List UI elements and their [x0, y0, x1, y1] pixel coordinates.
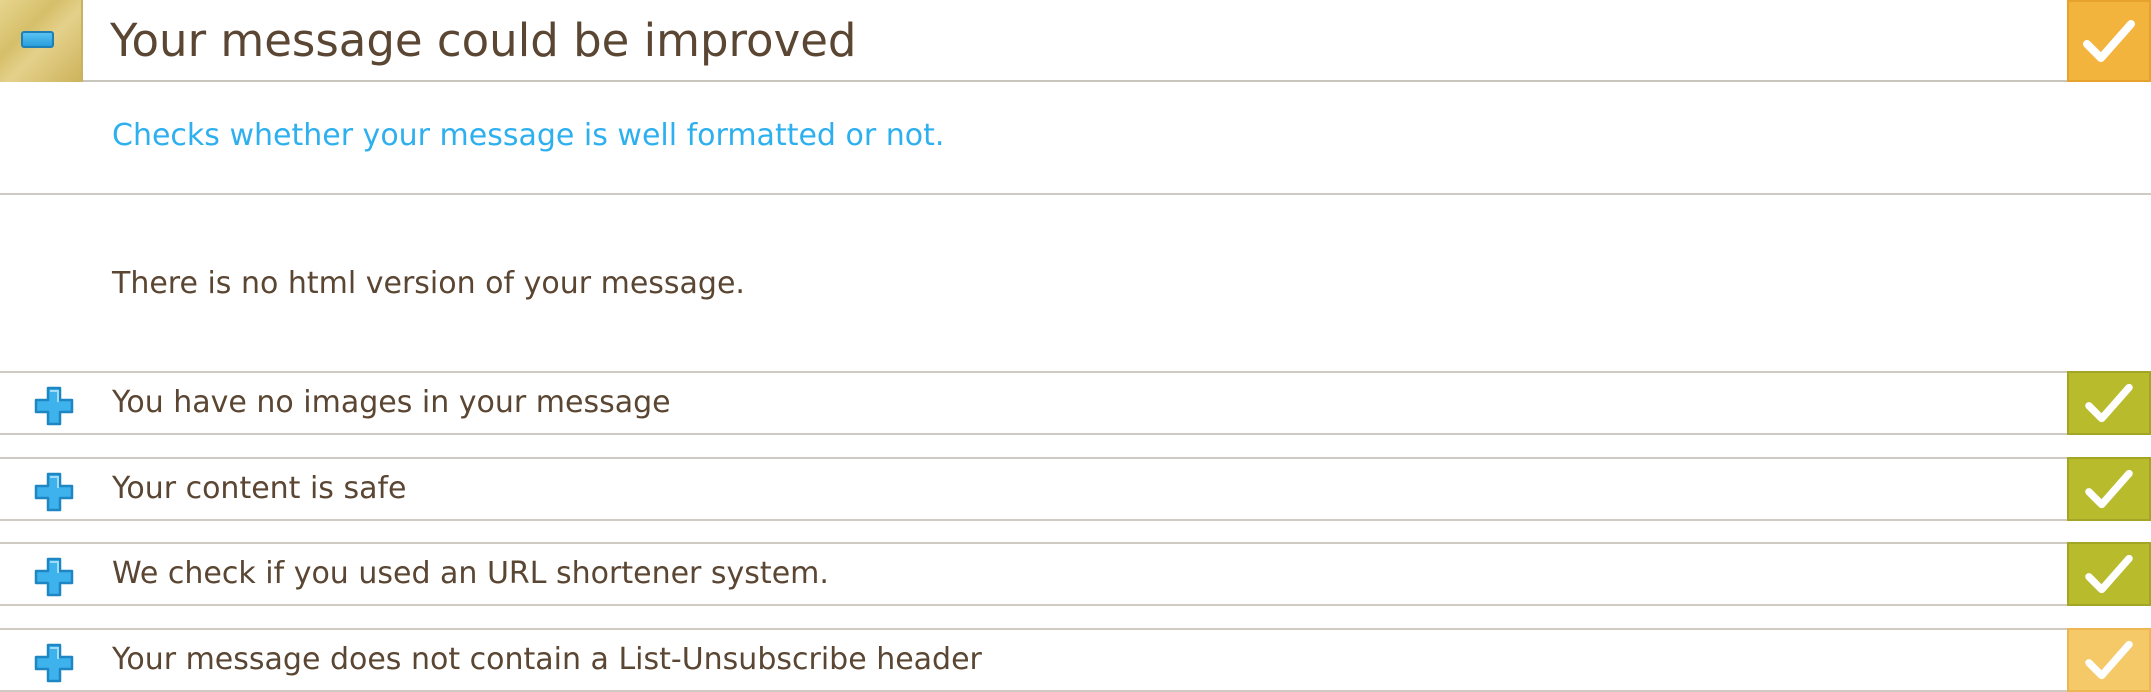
status-badge-pass: [2067, 371, 2151, 435]
collapse-button[interactable]: [0, 0, 83, 82]
check-icon: [2085, 383, 2133, 423]
check-row[interactable]: We check if you used an URL shortener sy…: [0, 542, 2151, 606]
check-icon: [2085, 554, 2133, 594]
status-badge-pass: [2067, 542, 2151, 606]
minus-icon: [21, 31, 54, 48]
plus-icon[interactable]: [34, 386, 74, 426]
check-row[interactable]: Your message does not contain a List-Uns…: [0, 628, 2151, 692]
section-description: Checks whether your message is well form…: [112, 118, 945, 153]
check-icon: [2085, 640, 2133, 680]
status-badge-warning: [2067, 628, 2151, 692]
section-title: Your message could be improved: [110, 14, 857, 67]
divider: [0, 193, 2151, 195]
check-icon: [2085, 469, 2133, 509]
check-row[interactable]: Your content is safe: [0, 457, 2151, 521]
message-format-panel: Your message could be improved Checks wh…: [0, 0, 2151, 692]
status-badge-pass: [2067, 457, 2151, 521]
section-header[interactable]: Your message could be improved: [0, 0, 2151, 82]
check-row[interactable]: You have no images in your message: [0, 371, 2151, 435]
result-message: There is no html version of your message…: [112, 266, 745, 301]
status-badge-warning: [2067, 0, 2151, 82]
check-label: You have no images in your message: [112, 385, 671, 420]
check-icon: [2083, 20, 2135, 62]
plus-icon[interactable]: [34, 557, 74, 597]
plus-icon[interactable]: [34, 472, 74, 512]
plus-icon[interactable]: [34, 643, 74, 683]
check-label: Your content is safe: [112, 471, 407, 506]
check-label: Your message does not contain a List-Uns…: [112, 642, 982, 677]
check-label: We check if you used an URL shortener sy…: [112, 556, 829, 591]
